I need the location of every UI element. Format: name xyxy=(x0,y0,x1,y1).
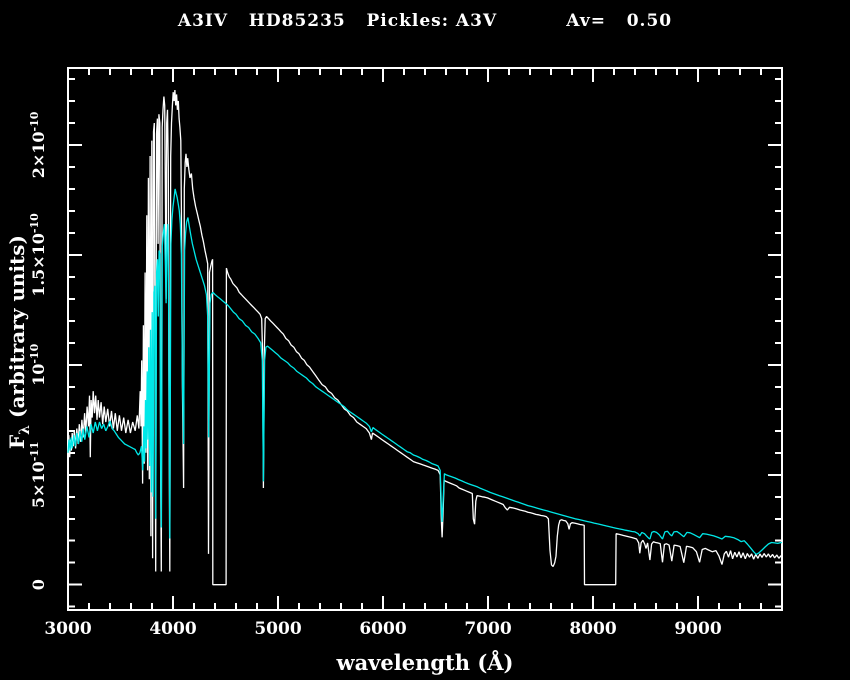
y-axis-ticks xyxy=(68,79,782,607)
x-tick-label: 3000 xyxy=(44,619,91,639)
y-axis-label-units: (arbitrary units) xyxy=(5,235,29,425)
x-tick-label: 7000 xyxy=(464,619,511,639)
x-tick-label: 9000 xyxy=(674,619,721,639)
spectrum-plot: 300040005000600070008000900005×10-1110-1… xyxy=(0,0,850,680)
y-axis-label-symbol: F xyxy=(5,435,29,449)
plot-frame xyxy=(68,68,782,610)
x-axis-label: wavelength (Å) xyxy=(0,650,850,675)
x-axis-ticks xyxy=(68,68,782,610)
x-tick-label: 8000 xyxy=(569,619,616,639)
x-tick-label: 6000 xyxy=(359,619,406,639)
template-spectrum-line xyxy=(68,189,782,555)
observed-spectrum-line xyxy=(68,90,782,585)
spectral-plot-screen: A3IV HD85235 Pickles: A3V Av= 0.50 30004… xyxy=(0,0,850,680)
y-axis-label-subscript: λ xyxy=(17,425,33,435)
y-tick-label: 2×10-10 xyxy=(28,111,48,178)
x-tick-label: 4000 xyxy=(149,619,196,639)
x-tick-label: 5000 xyxy=(254,619,301,639)
y-axis-label: Fλ (arbitrary units) xyxy=(5,192,33,492)
y-tick-label: 0 xyxy=(29,579,48,590)
